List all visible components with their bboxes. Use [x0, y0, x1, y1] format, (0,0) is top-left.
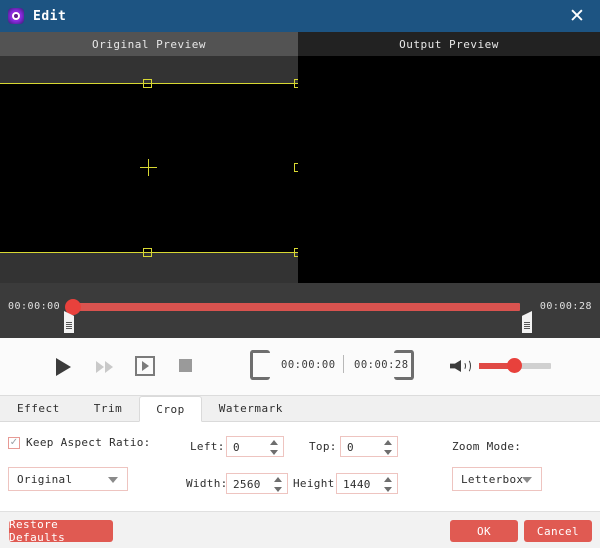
- output-preview-pane[interactable]: [298, 56, 600, 283]
- zoom-mode-label: Zoom Mode:: [452, 440, 522, 453]
- height-value: 1440: [343, 478, 371, 491]
- aspect-preset-select[interactable]: Original: [8, 467, 128, 491]
- chevron-down-icon: [522, 477, 532, 483]
- window-title: Edit: [33, 8, 67, 24]
- zoom-mode-select[interactable]: Letterbox: [452, 467, 542, 491]
- width-stepper[interactable]: [274, 477, 282, 492]
- trim-end-handle[interactable]: [522, 311, 532, 333]
- left-input[interactable]: 0: [226, 436, 284, 457]
- dialog-footer: Restore Defaults OK Cancel: [0, 511, 600, 548]
- tab-effect[interactable]: Effect: [0, 395, 77, 421]
- keep-aspect-ratio-checkbox[interactable]: Keep Aspect Ratio:: [8, 436, 151, 449]
- trim-start-handle[interactable]: [64, 311, 74, 333]
- fast-forward-arrow-2: [105, 361, 113, 373]
- restore-defaults-button[interactable]: Restore Defaults: [9, 518, 113, 544]
- height-stepper-up-icon[interactable]: [384, 477, 392, 482]
- zoom-mode-value: Letterbox: [461, 472, 524, 486]
- width-input[interactable]: 2560: [226, 473, 288, 494]
- keep-aspect-ratio-label: Keep Aspect Ratio:: [26, 436, 151, 449]
- close-icon[interactable]: ✕: [554, 0, 600, 32]
- original-preview-label: Original Preview: [0, 32, 298, 56]
- keep-aspect-ratio-check-icon: [8, 436, 20, 449]
- stop-icon[interactable]: [179, 359, 192, 372]
- timeline-bar: 00:00:00 00:00:28: [0, 283, 600, 338]
- height-stepper-down-icon[interactable]: [384, 487, 392, 492]
- height-input[interactable]: 1440: [336, 473, 398, 494]
- tab-crop[interactable]: Crop: [139, 396, 202, 422]
- cancel-button[interactable]: Cancel: [524, 520, 592, 542]
- top-value: 0: [347, 441, 354, 454]
- ok-button[interactable]: OK: [450, 520, 518, 542]
- left-label: Left:: [190, 440, 225, 453]
- volume-wave-2: [463, 359, 471, 373]
- title-bar: Edit ✕: [0, 0, 600, 32]
- timeline-end-time: 00:00:28: [539, 301, 592, 312]
- width-value: 2560: [233, 478, 261, 491]
- crop-center-crosshair-icon[interactable]: [140, 159, 157, 176]
- crop-handle-bottom-center[interactable]: [143, 248, 152, 257]
- volume-icon[interactable]: [450, 357, 472, 375]
- left-stepper-up-icon[interactable]: [270, 440, 278, 445]
- left-stepper-down-icon[interactable]: [270, 450, 278, 455]
- trim-start-handle-grip: [66, 322, 72, 329]
- original-preview-pane[interactable]: [0, 56, 298, 283]
- app-target-icon: [8, 8, 24, 24]
- top-stepper-up-icon[interactable]: [384, 440, 392, 445]
- height-stepper[interactable]: [384, 477, 392, 492]
- trim-end-handle-grip: [524, 322, 530, 329]
- frame-step-arrow: [141, 361, 149, 371]
- tab-trim[interactable]: Trim: [77, 395, 140, 421]
- height-label: Height:: [293, 477, 342, 490]
- left-value: 0: [233, 441, 240, 454]
- crop-settings-panel: Keep Aspect Ratio: Left: 0 Top: 0 Zoom M…: [0, 422, 600, 511]
- playback-controls-bar: 00:00:00 00:00:28: [0, 338, 600, 396]
- current-time-display: 00:00:00: [281, 359, 336, 371]
- output-preview-label: Output Preview: [298, 32, 600, 56]
- volume-slider-knob[interactable]: [507, 358, 522, 373]
- left-stepper[interactable]: [270, 440, 278, 455]
- width-stepper-up-icon[interactable]: [274, 477, 282, 482]
- timeline-track[interactable]: [72, 303, 520, 311]
- top-stepper[interactable]: [384, 440, 392, 455]
- volume-cone: [450, 360, 461, 372]
- width-label: Width:: [186, 477, 228, 490]
- timeline-start-time: 00:00:00: [8, 301, 61, 312]
- top-label: Top:: [309, 440, 337, 453]
- frame-step-icon[interactable]: [135, 356, 155, 376]
- edit-dialog: Edit ✕ Original Preview Output Preview 0…: [0, 0, 600, 548]
- preview-header-bar: Original Preview Output Preview: [0, 32, 600, 56]
- crop-row-first: Keep Aspect Ratio: Left: 0 Top: 0 Zoom M…: [0, 436, 600, 458]
- play-icon[interactable]: [56, 358, 71, 376]
- mark-in-icon[interactable]: [250, 350, 270, 380]
- preview-body: [0, 56, 600, 283]
- tab-watermark[interactable]: Watermark: [202, 395, 300, 421]
- top-input[interactable]: 0: [340, 436, 398, 457]
- width-stepper-down-icon[interactable]: [274, 487, 282, 492]
- aspect-preset-value: Original: [17, 472, 73, 486]
- editor-tab-bar: Effect Trim Crop Watermark: [0, 396, 600, 422]
- crop-handle-top-center[interactable]: [143, 79, 152, 88]
- chevron-down-icon: [108, 477, 118, 483]
- time-separator: [343, 355, 344, 373]
- fast-forward-arrow-1: [96, 361, 104, 373]
- top-stepper-down-icon[interactable]: [384, 450, 392, 455]
- fast-forward-icon[interactable]: [96, 360, 116, 374]
- app-icon-ring: [12, 12, 20, 20]
- mark-out-icon[interactable]: [394, 350, 414, 380]
